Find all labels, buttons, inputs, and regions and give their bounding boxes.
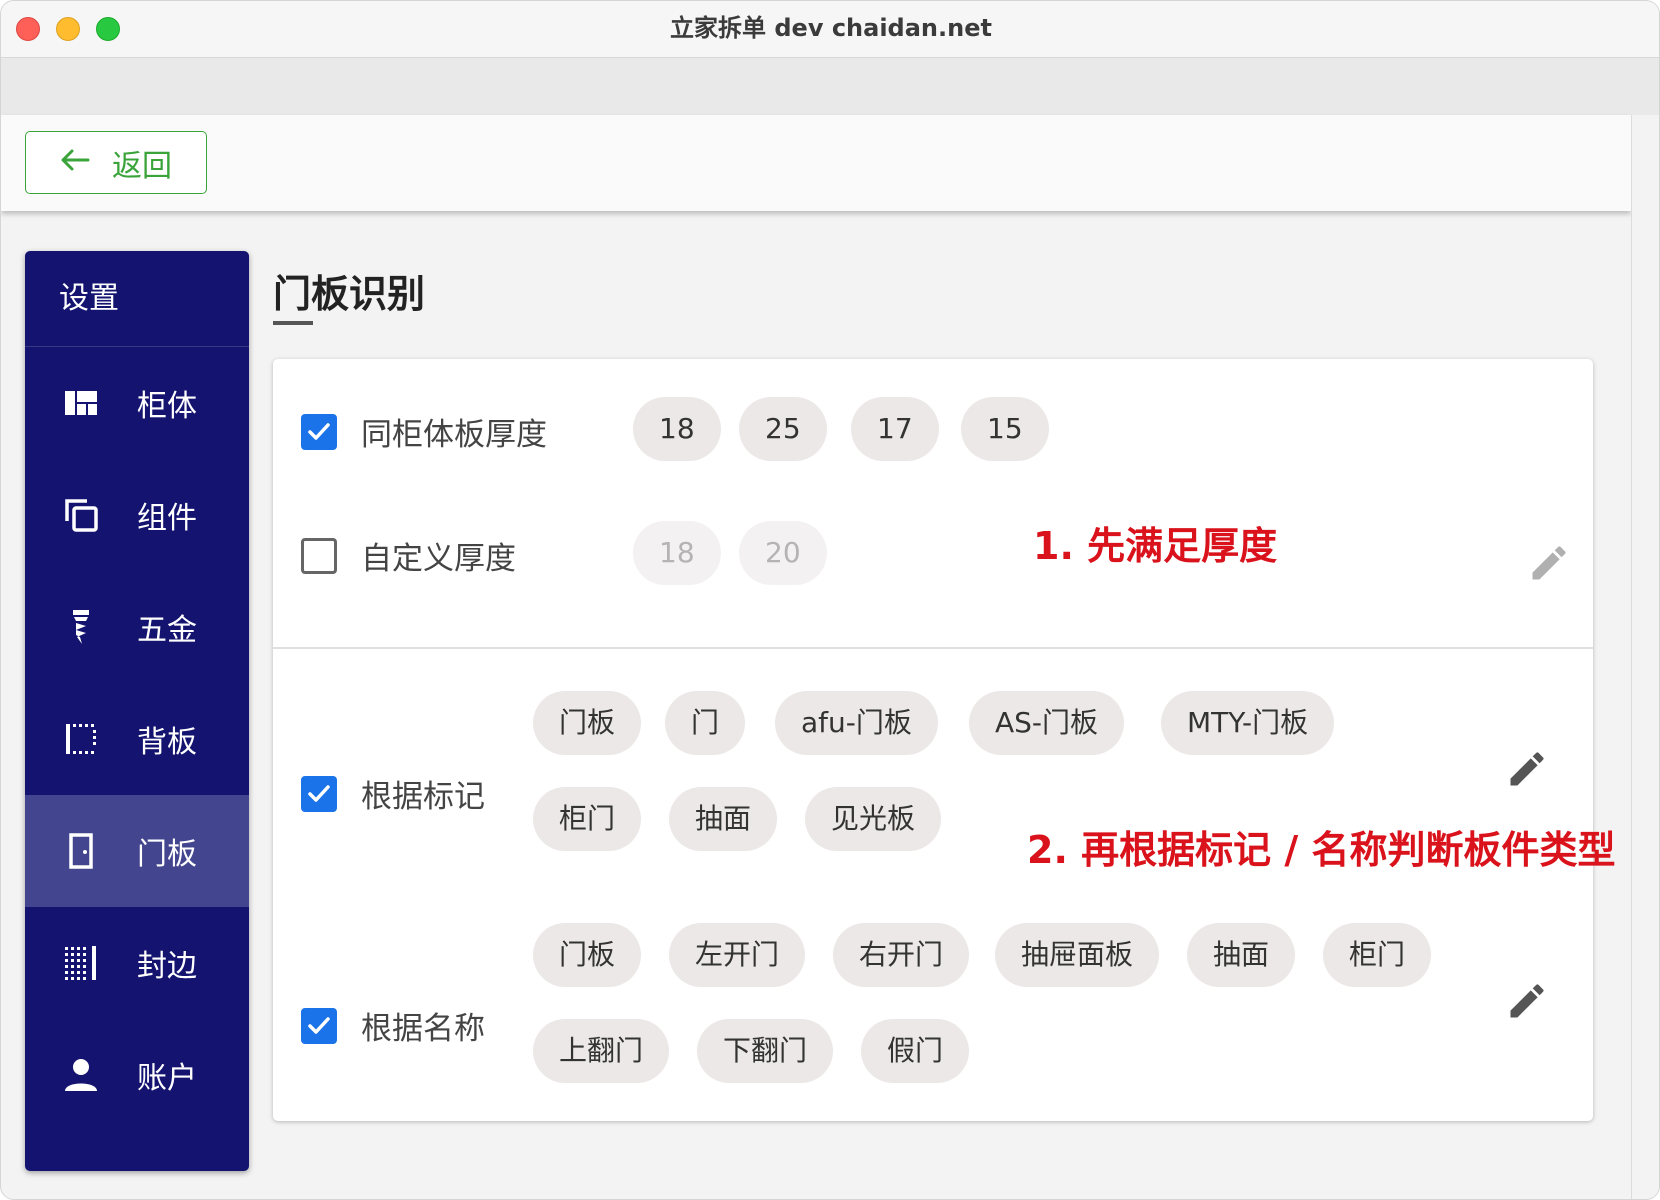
grid-dots-icon xyxy=(61,943,101,983)
section-divider xyxy=(273,647,1593,649)
thickness-chip[interactable]: 18 xyxy=(633,397,721,461)
app-window: 立家拆单 dev chaidan.net 返回 设置 柜体 组件 五金 背板 门… xyxy=(0,0,1660,1200)
thickness-chip[interactable]: 15 xyxy=(961,397,1049,461)
same-thickness-label: 同柜体板厚度 xyxy=(361,417,547,453)
name-tag-chip[interactable]: 上翻门 xyxy=(533,1019,670,1083)
sidebar-header: 设置 xyxy=(25,251,249,347)
arrow-left-icon xyxy=(60,145,90,180)
sidebar-item-edge-banding[interactable]: 封边 xyxy=(25,907,249,1019)
annotation-step1: 1. 先满足厚度 xyxy=(1033,524,1278,568)
sidebar-item-hardware[interactable]: 五金 xyxy=(25,571,249,683)
window-title: 立家拆单 dev chaidan.net xyxy=(670,14,992,42)
sidebar-item-label: 门板 xyxy=(137,837,197,872)
sidebar-item-component[interactable]: 组件 xyxy=(25,459,249,571)
dotted-frame-icon xyxy=(61,719,101,759)
mark-tag-chip[interactable]: 门 xyxy=(665,691,746,755)
same-thickness-checkbox[interactable] xyxy=(301,413,337,450)
sidebar-item-label: 五金 xyxy=(137,613,197,648)
sidebar-item-label: 柜体 xyxy=(137,389,197,424)
thickness-chip: 18 xyxy=(633,521,721,585)
by-mark-row: 根据标记 xyxy=(301,771,485,816)
name-tag-chip[interactable]: 抽面 xyxy=(1187,923,1296,987)
check-icon xyxy=(308,784,330,802)
sidebar-item-backboard[interactable]: 背板 xyxy=(25,683,249,795)
mark-tag-chip[interactable]: 门板 xyxy=(533,691,642,755)
sidebar-item-door-panel[interactable]: 门板 xyxy=(25,795,249,907)
drill-icon xyxy=(61,607,101,647)
settings-sidebar: 设置 柜体 组件 五金 背板 门板 封边 账户 xyxy=(25,251,249,1171)
sidebar-item-label: 组件 xyxy=(137,501,197,536)
sidebar-item-label: 封边 xyxy=(137,949,197,984)
edit-icon[interactable] xyxy=(1505,747,1549,791)
by-mark-checkbox[interactable] xyxy=(301,775,337,812)
by-name-label: 根据名称 xyxy=(361,1011,485,1047)
back-label: 返回 xyxy=(112,148,172,184)
name-tag-chip[interactable]: 门板 xyxy=(533,923,642,987)
sidebar-item-label: 账户 xyxy=(137,1061,197,1096)
custom-thickness-row: 自定义厚度 xyxy=(301,533,516,578)
check-icon xyxy=(308,422,330,440)
dashboard-icon xyxy=(61,383,101,423)
mark-tag-chip[interactable]: MTY-门板 xyxy=(1161,691,1335,755)
mark-tag-chip[interactable]: AS-门板 xyxy=(969,691,1125,755)
door-recognition-card: 同柜体板厚度 18 25 17 15 自定义厚度 18 20 1. 先满足厚度 … xyxy=(273,359,1615,1121)
mark-tag-chip[interactable]: 见光板 xyxy=(805,787,942,851)
custom-thickness-label: 自定义厚度 xyxy=(361,541,516,577)
mark-tag-chip[interactable]: afu-门板 xyxy=(775,691,938,755)
check-icon xyxy=(308,1016,330,1034)
mark-tag-chip[interactable]: 抽面 xyxy=(669,787,778,851)
app-bar: 返回 xyxy=(1,115,1631,211)
name-tag-chip[interactable]: 假门 xyxy=(861,1019,970,1083)
edit-icon[interactable] xyxy=(1505,979,1549,1023)
scroll-edge xyxy=(1631,115,1659,1199)
by-name-row: 根据名称 xyxy=(301,1003,485,1048)
sidebar-item-cabinet[interactable]: 柜体 xyxy=(25,347,249,459)
title-underline xyxy=(273,321,313,325)
by-name-checkbox[interactable] xyxy=(301,1007,337,1044)
mark-tag-chip[interactable]: 柜门 xyxy=(533,787,642,851)
sidebar-item-account[interactable]: 账户 xyxy=(25,1019,249,1131)
copy-icon xyxy=(61,495,101,535)
annotation-step2: 2. 再根据标记 / 名称判断板件类型 xyxy=(1027,828,1616,872)
door-icon xyxy=(61,831,101,871)
custom-thickness-checkbox[interactable] xyxy=(301,537,337,574)
thickness-chip: 20 xyxy=(739,521,827,585)
name-tag-chip[interactable]: 左开门 xyxy=(669,923,806,987)
by-mark-label: 根据标记 xyxy=(361,779,485,815)
page-title: 门板识别 xyxy=(273,272,426,316)
name-tag-chip[interactable]: 抽屉面板 xyxy=(995,923,1160,987)
back-button[interactable]: 返回 xyxy=(25,131,207,194)
toolbar-strip xyxy=(1,58,1659,115)
person-icon xyxy=(61,1055,101,1095)
name-tag-chip[interactable]: 右开门 xyxy=(833,923,970,987)
name-tag-chip[interactable]: 柜门 xyxy=(1323,923,1432,987)
sidebar-item-label: 背板 xyxy=(137,725,197,760)
title-bar: 立家拆单 dev chaidan.net xyxy=(1,1,1659,58)
name-tag-chip[interactable]: 下翻门 xyxy=(697,1019,834,1083)
same-thickness-row: 同柜体板厚度 xyxy=(301,409,547,454)
thickness-chip[interactable]: 17 xyxy=(851,397,939,461)
thickness-chip[interactable]: 25 xyxy=(739,397,827,461)
edit-icon[interactable] xyxy=(1527,541,1571,585)
